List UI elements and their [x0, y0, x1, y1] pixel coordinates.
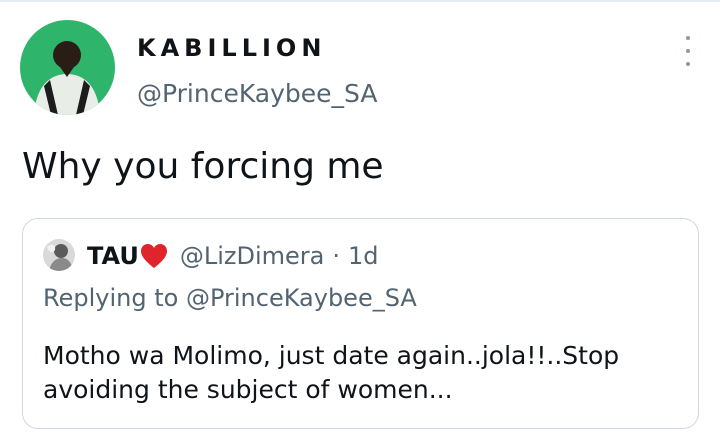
- quoted-header: TAU @LizDimera · 1d: [87, 239, 379, 273]
- heart-icon: [140, 243, 168, 269]
- quoted-tweet-text: Motho wa Molimo, just date again..jola!!…: [43, 341, 620, 404]
- author-avatar[interactable]: [20, 20, 115, 115]
- quoted-avatar-image: [43, 239, 75, 271]
- replying-to-label: Replying to: [43, 284, 179, 312]
- author-avatar-image: [20, 20, 115, 115]
- quoted-timestamp[interactable]: 1d: [348, 241, 379, 271]
- more-vertical-icon[interactable]: [678, 36, 698, 66]
- replying-to-handle[interactable]: @PrinceKaybee_SA: [186, 284, 417, 312]
- quoted-author-avatar[interactable]: [43, 239, 75, 271]
- author-display-name[interactable]: KABILLION: [137, 34, 326, 62]
- tweet-card: KABILLION @PrinceKaybee_SA Why you forci…: [0, 0, 720, 445]
- tweet-text: Why you forcing me: [22, 146, 384, 187]
- quoted-handle[interactable]: @LizDimera: [180, 241, 325, 271]
- quoted-tweet[interactable]: TAU @LizDimera · 1d Replying to @PrinceK…: [22, 218, 699, 429]
- quoted-display-name[interactable]: TAU: [87, 241, 139, 271]
- author-handle[interactable]: @PrinceKaybee_SA: [137, 78, 377, 110]
- replying-to-line: Replying to @PrinceKaybee_SA: [43, 283, 417, 313]
- top-divider: [0, 0, 720, 2]
- separator-dot: ·: [332, 242, 340, 270]
